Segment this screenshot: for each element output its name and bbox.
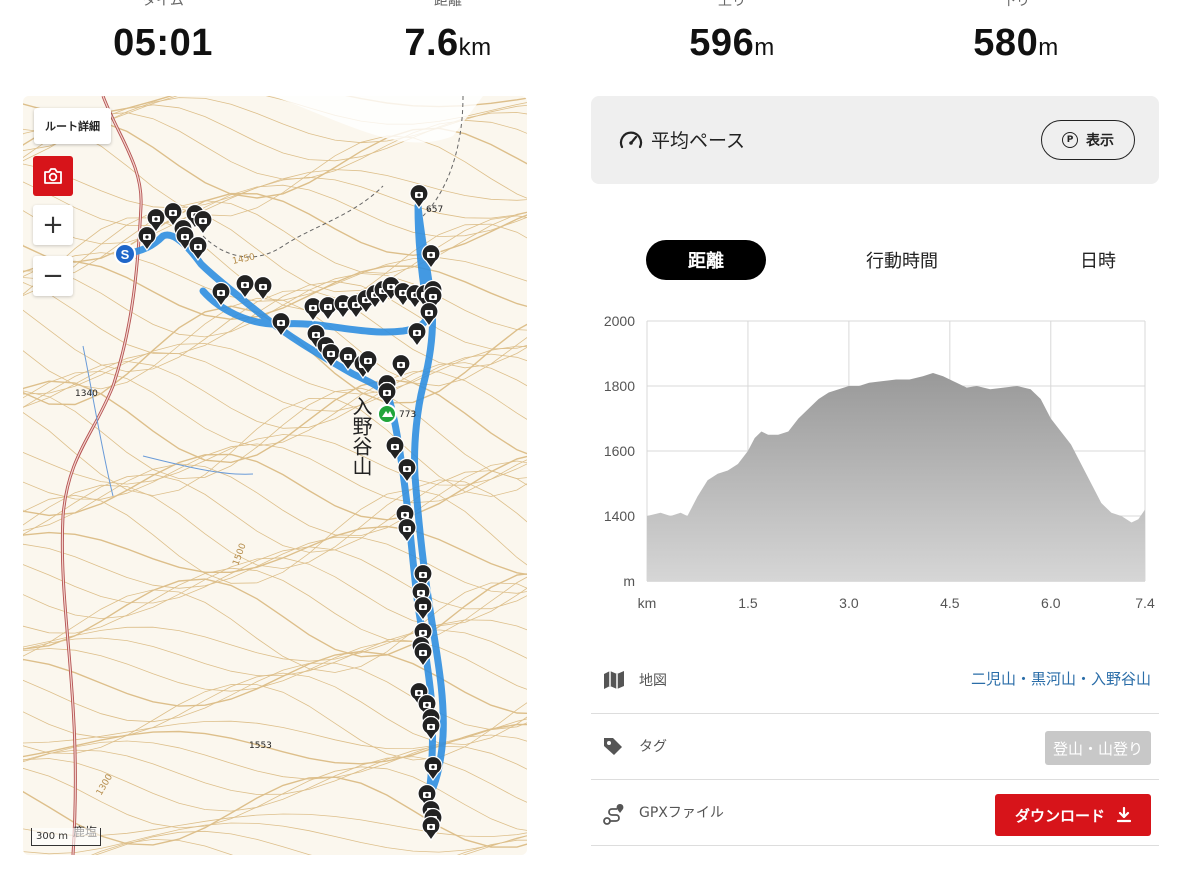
tab-datetime[interactable]: 日時: [1038, 240, 1158, 280]
chart-ytick-label: 1600: [604, 443, 635, 459]
tab-moving-time[interactable]: 行動時間: [842, 240, 962, 280]
chart-ytick-label: 1400: [604, 508, 635, 524]
gpx-info-label: GPXファイル: [639, 805, 724, 821]
peak-name-label: 入野谷山: [349, 396, 373, 476]
summit-marker-icon: [377, 404, 397, 424]
route-map[interactable]: S 入野谷山 657 773 1340 1553 1450 1500 1300 …: [23, 96, 527, 855]
chart-xtick-label: 4.5: [940, 595, 960, 611]
stat-distance-label: 距離: [434, 0, 462, 9]
stat-distance-value: 7.6km: [404, 22, 492, 64]
stat-ascent-value: 596m: [689, 22, 775, 64]
stat-time-value: 05:01: [113, 22, 213, 64]
download-icon: [1117, 807, 1131, 823]
gpx-info-row: GPXファイル ダウンロード: [591, 780, 1159, 846]
spot-height-773: 773: [399, 410, 416, 420]
tag-chip[interactable]: 登山・山登り: [1044, 731, 1151, 765]
chart-ytick-label: m: [623, 573, 635, 589]
stat-descent-label: 下り: [1002, 0, 1030, 9]
tab-distance[interactable]: 距離: [646, 240, 766, 280]
stat-descent-value: 580m: [973, 22, 1059, 64]
elevation-area: [647, 373, 1145, 581]
stat-time-label: タイム: [142, 0, 184, 9]
map-icon: [604, 671, 624, 689]
chart-axis-tabs: 距離 行動時間 日時: [0, 240, 1195, 280]
spot-height-1553: 1553: [249, 741, 272, 751]
map-info-label: 地図: [639, 673, 667, 689]
download-gpx-label: ダウンロード: [1014, 806, 1105, 825]
gpx-route-icon: [603, 804, 624, 825]
download-gpx-button[interactable]: ダウンロード: [995, 794, 1151, 836]
tag-info-row: タグ 登山・山登り: [591, 714, 1159, 780]
spot-height-1340: 1340: [75, 389, 98, 399]
speedometer-icon: [619, 131, 643, 149]
stat-ascent-label: 上り: [718, 0, 746, 9]
map-info-row: 地図 二児山・黒河山・入野谷山: [591, 648, 1159, 714]
spot-height-657: 657: [426, 205, 443, 215]
map-canvas[interactable]: S 入野谷山 657 773 1340 1553 1450 1500 1300 …: [23, 96, 527, 855]
average-pace-title: 平均ペース: [651, 130, 746, 152]
chart-xtick-label: 1.5: [738, 595, 758, 611]
chart-xtick-label: 6.0: [1041, 595, 1061, 611]
chart-ytick-label: 1800: [604, 378, 635, 394]
tag-icon: [604, 738, 622, 755]
chart-xtick-label: 7.4: [1135, 595, 1155, 611]
show-pace-button[interactable]: P 表示: [1041, 120, 1135, 160]
elevation-chart: m 1400 1600 1800 2000 km 1.5 3.0 4.5 6.0 7.4: [604, 313, 1155, 611]
map-scale-bar: 300 m: [31, 828, 101, 846]
tag-info-label: タグ: [639, 739, 667, 755]
pace-p-icon: P: [1062, 132, 1078, 148]
average-pace-panel: 平均ペース P 表示: [591, 96, 1159, 184]
camera-toggle-button[interactable]: [33, 156, 73, 196]
chart-xtick-label: 3.0: [839, 595, 859, 611]
chart-ytick-label: 2000: [604, 313, 635, 329]
chart-xtick-label: km: [638, 595, 657, 611]
zoom-in-button[interactable]: +: [33, 205, 73, 245]
stats-row: タイム 05:01 距離 7.6km 上り 596m 下り 580m: [0, 0, 1195, 80]
map-name-link[interactable]: 二児山・黒河山・入野谷山: [971, 668, 1151, 689]
show-pace-label: 表示: [1086, 133, 1114, 149]
route-details-button[interactable]: ルート詳細: [34, 108, 111, 144]
camera-icon: [44, 168, 62, 184]
